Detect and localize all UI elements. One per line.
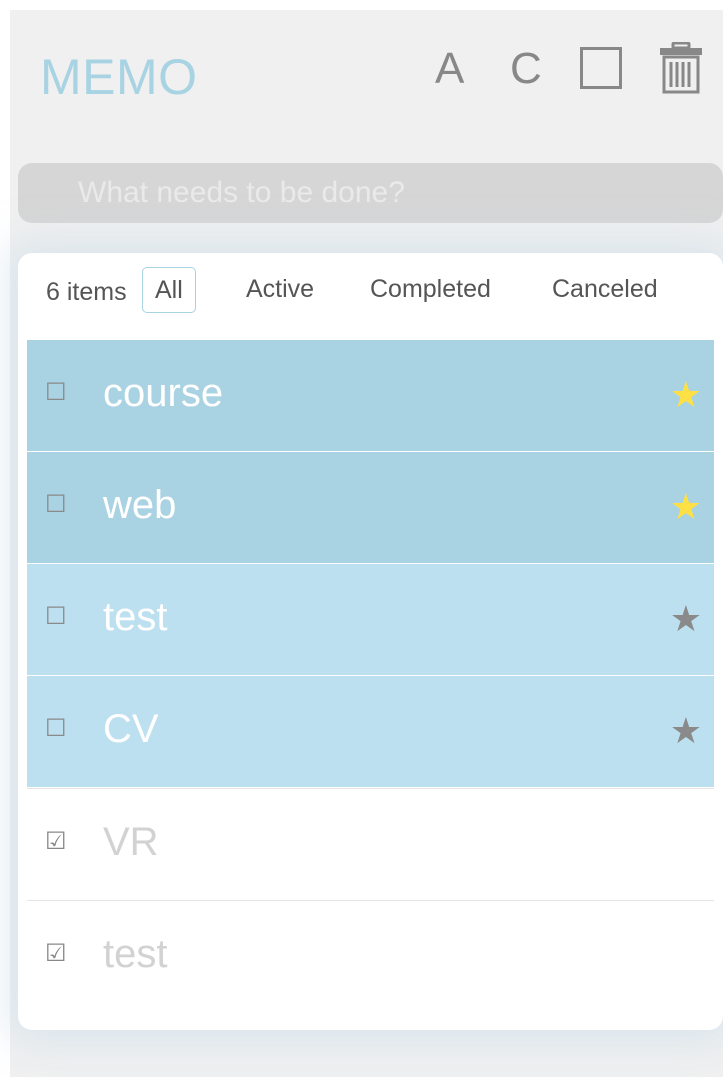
star-icon[interactable]: ★ [670,486,702,528]
new-todo-input[interactable] [18,163,723,223]
todo-checkbox[interactable]: ☐ [45,490,67,519]
trash-icon[interactable] [658,41,704,99]
star-icon[interactable]: ★ [670,710,702,752]
select-all-checkbox[interactable] [580,47,622,89]
todo-item[interactable]: ☐ web ★ [27,452,714,564]
todo-list: ☐ course ★ ☐ web ★ ☐ test ★ ☐ CV ★ ☑ VR [27,340,714,1012]
todo-label: test [103,932,168,976]
sort-a-button[interactable]: A [435,44,464,94]
memo-app: MEMO A C 6 items All Active Completed Ca… [10,10,723,1077]
todo-checkbox[interactable]: ☐ [45,602,67,631]
star-icon[interactable]: ★ [670,374,702,416]
todo-panel: 6 items All Active Completed Canceled ☐ … [18,253,723,1030]
todo-item[interactable]: ☑ VR [27,788,714,900]
filter-canceled[interactable]: Canceled [540,267,670,311]
todo-checkbox[interactable]: ☑ [45,827,67,856]
star-icon[interactable]: ★ [670,598,702,640]
todo-item[interactable]: ☐ test ★ [27,564,714,676]
todo-item[interactable]: ☑ test [27,900,714,1012]
todo-label: VR [103,820,159,864]
filter-all[interactable]: All [142,267,196,313]
todo-label: test [103,595,168,639]
todo-checkbox[interactable]: ☐ [45,378,67,407]
todo-checkbox[interactable]: ☑ [45,939,67,968]
filter-bar: 6 items All Active Completed Canceled [18,253,723,339]
todo-item[interactable]: ☐ course ★ [27,340,714,452]
todo-label: web [103,483,177,527]
items-count: 6 items [46,278,127,306]
todo-item[interactable]: ☐ CV ★ [27,676,714,788]
app-title: MEMO [40,49,198,105]
todo-label: course [103,371,224,415]
sort-c-button[interactable]: C [510,44,542,94]
filter-active[interactable]: Active [234,267,326,311]
filter-completed[interactable]: Completed [358,267,503,311]
todo-checkbox[interactable]: ☐ [45,714,67,743]
todo-label: CV [103,707,159,751]
